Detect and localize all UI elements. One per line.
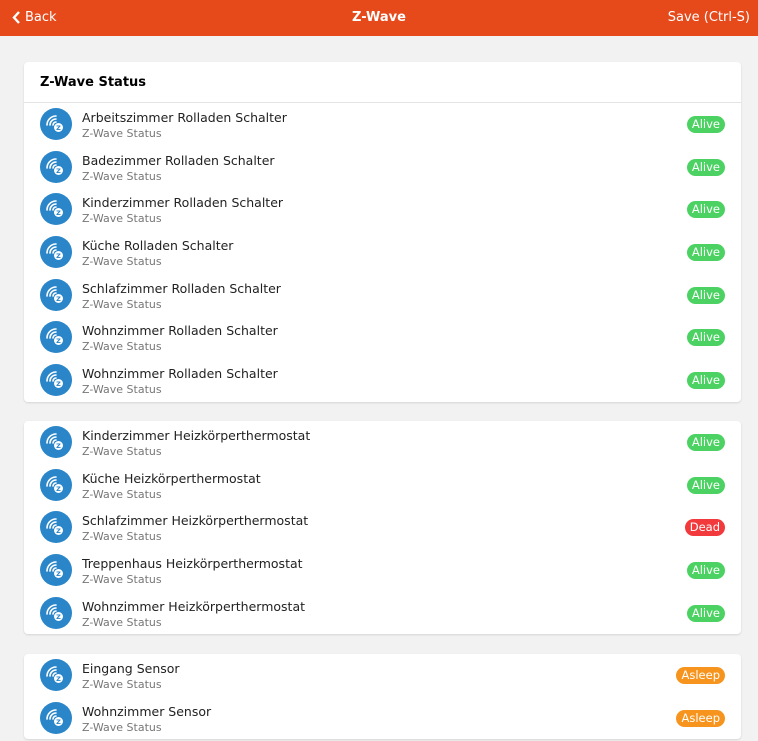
device-row[interactable]: Z Schlafzimmer Heizkörperthermostat Z-Wa… xyxy=(24,506,741,549)
zwave-icon: Z xyxy=(40,554,72,587)
zwave-icon: Z xyxy=(40,596,72,629)
svg-text:Z: Z xyxy=(56,209,61,217)
device-subtitle: Z-Wave Status xyxy=(82,445,162,458)
svg-text:Z: Z xyxy=(56,570,61,578)
device-subtitle: Z-Wave Status xyxy=(82,127,162,140)
status-badge: Alive xyxy=(686,286,725,304)
device-row[interactable]: Z Kinderzimmer Rolladen Schalter Z-Wave … xyxy=(24,188,741,231)
status-badge: Asleep xyxy=(676,709,725,727)
back-label: Back xyxy=(25,10,57,25)
device-name: Wohnzimmer Sensor xyxy=(82,703,212,719)
device-subtitle: Z-Wave Status xyxy=(82,615,162,629)
device-row[interactable]: Z Eingang Sensor Z-Wave Status Asleep xyxy=(24,654,741,697)
zwave-icon: Z xyxy=(40,278,72,311)
device-name: Kinderzimmer Rolladen Schalter xyxy=(82,195,284,211)
device-subtitle: Z-Wave Status xyxy=(82,383,162,397)
device-row[interactable]: Z Arbeitszimmer Rolladen Schalter Z-Wave… xyxy=(24,103,741,146)
device-row[interactable]: Z Kinderzimmer Heizkörperthermostat Z-Wa… xyxy=(24,421,741,464)
svg-text:Z: Z xyxy=(56,718,61,726)
svg-text:Z: Z xyxy=(56,380,61,388)
status-badge: Dead xyxy=(684,519,725,537)
device-name: Badezimmer Rolladen Schalter xyxy=(82,152,275,168)
status-badge: Alive xyxy=(686,116,725,133)
svg-text:Z: Z xyxy=(56,527,61,535)
device-name: Treppenhaus Heizkörperthermostat xyxy=(82,556,303,572)
status-badge: Asleep xyxy=(676,667,725,684)
device-subtitle: Z-Wave Status xyxy=(82,340,162,354)
card-title: Z-Wave Status xyxy=(24,62,741,103)
status-badge: Alive xyxy=(686,476,725,494)
svg-text:Z: Z xyxy=(56,167,61,175)
device-row[interactable]: Z Küche Rolladen Schalter Z-Wave Status … xyxy=(24,231,741,274)
zwave-icon: Z xyxy=(40,108,72,140)
status-badge: Alive xyxy=(686,329,725,347)
device-name: Schlafzimmer Heizkörperthermostat xyxy=(82,513,309,529)
chevron-left-icon xyxy=(12,11,20,24)
card-group-1: Z-Wave Status Z Arbeitszimmer Rolladen S… xyxy=(24,62,741,402)
svg-text:Z: Z xyxy=(56,613,61,621)
page-title: Z-Wave xyxy=(352,10,406,25)
status-badge: Alive xyxy=(686,244,725,262)
device-name: Wohnzimmer Rolladen Schalter xyxy=(82,323,278,339)
device-subtitle: Z-Wave Status xyxy=(82,212,162,226)
zwave-icon: Z xyxy=(40,511,72,544)
device-row[interactable]: Z Badezimmer Rolladen Schalter Z-Wave St… xyxy=(24,146,741,189)
device-name: Arbeitszimmer Rolladen Schalter xyxy=(82,110,287,125)
device-row[interactable]: Z Wohnzimmer Heizkörperthermostat Z-Wave… xyxy=(24,592,741,635)
device-row[interactable]: Z Küche Heizkörperthermostat Z-Wave Stat… xyxy=(24,464,741,507)
status-badge: Alive xyxy=(686,372,725,390)
device-name: Schlafzimmer Rolladen Schalter xyxy=(82,280,281,296)
device-subtitle: Z-Wave Status xyxy=(82,678,162,691)
zwave-icon: Z xyxy=(40,193,72,226)
zwave-icon: Z xyxy=(40,701,72,734)
zwave-icon: Z xyxy=(40,364,72,397)
device-row[interactable]: Z Wohnzimmer Rolladen Schalter Z-Wave St… xyxy=(24,316,741,359)
svg-text:Z: Z xyxy=(56,337,61,345)
device-subtitle: Z-Wave Status xyxy=(82,297,162,311)
zwave-icon: Z xyxy=(40,236,72,269)
device-subtitle: Z-Wave Status xyxy=(82,487,162,501)
zwave-icon: Z xyxy=(40,659,72,691)
status-badge: Alive xyxy=(686,562,725,580)
status-badge: Alive xyxy=(686,604,725,622)
zwave-icon: Z xyxy=(40,321,72,354)
zwave-icon: Z xyxy=(40,468,72,501)
device-row[interactable]: Z Treppenhaus Heizkörperthermostat Z-Wav… xyxy=(24,549,741,592)
device-row[interactable]: Z Wohnzimmer Sensor Z-Wave Status Asleep xyxy=(24,697,741,740)
device-row[interactable]: Z Schlafzimmer Rolladen Schalter Z-Wave … xyxy=(24,274,741,317)
device-name: Eingang Sensor xyxy=(82,661,180,676)
svg-text:Z: Z xyxy=(56,675,61,683)
svg-text:Z: Z xyxy=(56,485,61,493)
device-name: Wohnzimmer Rolladen Schalter xyxy=(82,366,278,382)
back-button[interactable]: Back xyxy=(12,10,57,25)
zwave-icon: Z xyxy=(40,150,72,183)
device-name: Wohnzimmer Heizkörperthermostat xyxy=(82,598,306,614)
status-badge: Alive xyxy=(686,158,725,176)
device-subtitle: Z-Wave Status xyxy=(82,530,162,544)
card-group-3: Z Eingang Sensor Z-Wave Status Asleep Z W… xyxy=(24,654,741,740)
device-subtitle: Z-Wave Status xyxy=(82,169,162,183)
device-subtitle: Z-Wave Status xyxy=(82,573,162,587)
status-badge: Alive xyxy=(686,434,725,451)
status-badge: Alive xyxy=(686,201,725,219)
device-subtitle: Z-Wave Status xyxy=(82,255,162,269)
device-row[interactable]: Z Wohnzimmer Rolladen Schalter Z-Wave St… xyxy=(24,359,741,402)
zwave-icon: Z xyxy=(40,426,72,458)
device-name: Küche Heizkörperthermostat xyxy=(82,470,261,486)
top-bar: Back Z-Wave Save (Ctrl-S) xyxy=(0,0,758,36)
svg-text:Z: Z xyxy=(56,442,61,450)
svg-text:Z: Z xyxy=(56,252,61,260)
device-name: Küche Rolladen Schalter xyxy=(82,238,234,254)
svg-text:Z: Z xyxy=(56,124,61,132)
svg-text:Z: Z xyxy=(56,295,61,303)
device-subtitle: Z-Wave Status xyxy=(82,720,162,734)
card-group-2: Z Kinderzimmer Heizkörperthermostat Z-Wa… xyxy=(24,421,741,635)
device-name: Kinderzimmer Heizkörperthermostat xyxy=(82,428,311,443)
save-button[interactable]: Save (Ctrl-S) xyxy=(668,10,750,25)
